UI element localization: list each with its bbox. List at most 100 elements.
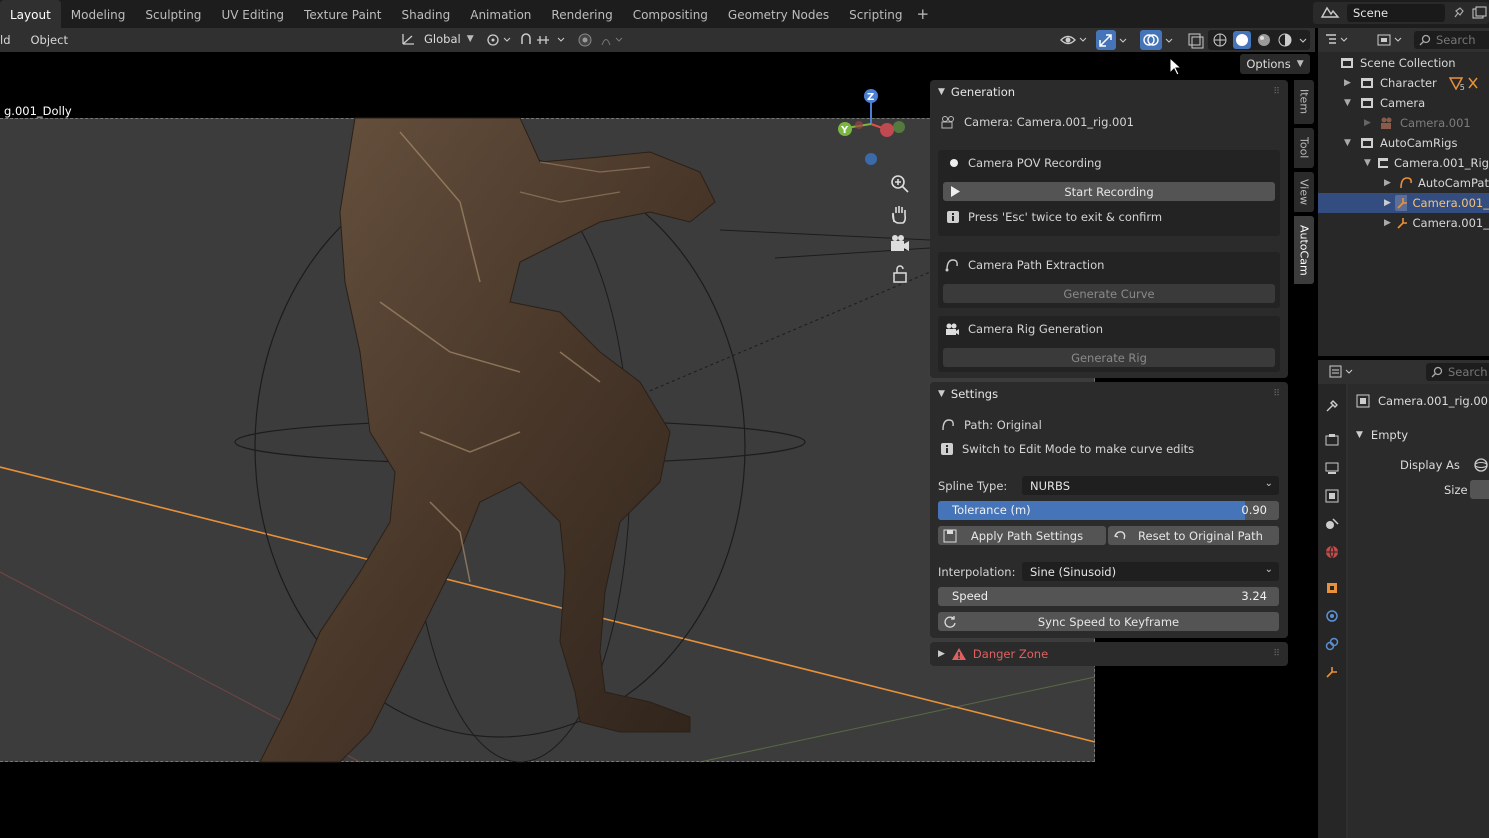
chevron-right-icon[interactable]: ▶ xyxy=(1384,178,1399,188)
tab-geometry-nodes[interactable]: Geometry Nodes xyxy=(718,0,839,28)
danger-zone-panel[interactable]: ▶ Danger Zone ⠿ xyxy=(930,642,1288,666)
tab-rendering[interactable]: Rendering xyxy=(541,0,622,28)
physics-tab-icon[interactable] xyxy=(1324,608,1340,624)
object-menu[interactable]: Object xyxy=(23,33,76,47)
proportional-edit-icon[interactable] xyxy=(576,32,626,48)
tab-layout[interactable]: Layout xyxy=(0,0,61,28)
render-tab-icon[interactable] xyxy=(1324,432,1340,448)
speed-field[interactable]: Speed 3.24 xyxy=(938,587,1279,606)
tab-shading[interactable]: Shading xyxy=(391,0,460,28)
outliner-editor-icon[interactable] xyxy=(1324,32,1350,48)
tab-tool[interactable]: Tool xyxy=(1294,128,1314,168)
output-tab-icon[interactable] xyxy=(1324,460,1340,476)
tab-item[interactable]: Item xyxy=(1294,80,1314,124)
menu-partial[interactable]: ld xyxy=(0,33,19,47)
apply-path-settings-button[interactable]: Apply Path Settings xyxy=(938,526,1106,545)
chevron-down-icon[interactable] xyxy=(1298,31,1310,49)
scene-selector[interactable]: Scene xyxy=(1313,2,1489,24)
outliner-row-scene-collection[interactable]: Scene Collection xyxy=(1318,53,1489,73)
size-field[interactable] xyxy=(1470,480,1489,499)
spline-type-select[interactable]: NURBS ⌄ xyxy=(1022,476,1279,495)
object-name[interactable]: Camera.001_rig.001 xyxy=(1378,394,1489,408)
interpolation-select[interactable]: Sine (Sinusoid) ⌄ xyxy=(1022,562,1279,581)
sync-speed-button[interactable]: Sync Speed to Keyframe xyxy=(938,612,1279,631)
tab-animation[interactable]: Animation xyxy=(460,0,541,28)
outliner-row-camera-001[interactable]: ▶ Camera.001 xyxy=(1318,113,1489,133)
settings-header[interactable]: ▼ Settings ⠿ xyxy=(930,382,1288,406)
sphere-display-icon[interactable] xyxy=(1472,457,1489,473)
chevron-down-icon[interactable]: ▼ xyxy=(1344,138,1360,148)
solid-shading-icon[interactable] xyxy=(1232,31,1251,49)
chevron-down-icon[interactable]: ▼ xyxy=(1364,158,1377,168)
outliner-search-input[interactable]: Search xyxy=(1414,31,1489,49)
tab-view[interactable]: View xyxy=(1294,172,1314,212)
pivot-icon[interactable] xyxy=(484,32,514,48)
chevron-right-icon[interactable]: ▶ xyxy=(1364,118,1380,128)
orientation-value: Global xyxy=(424,32,461,46)
transform-orientation[interactable]: Global ▼ xyxy=(400,31,474,47)
drag-handle-icon[interactable]: ⠿ xyxy=(1273,87,1280,97)
tab-compositing[interactable]: Compositing xyxy=(623,0,718,28)
xray-icon[interactable] xyxy=(1186,31,1206,49)
chevron-down-icon[interactable]: ▼ xyxy=(1344,98,1360,108)
empty-section-header[interactable]: ▼ Empty xyxy=(1356,428,1408,442)
generate-curve-button[interactable]: Generate Curve xyxy=(943,284,1275,303)
search-icon xyxy=(1419,34,1431,46)
world-tab-icon[interactable] xyxy=(1324,544,1340,560)
lock-icon[interactable] xyxy=(888,262,912,286)
properties-search-input[interactable]: Search xyxy=(1426,363,1489,381)
wireframe-shading-icon[interactable] xyxy=(1211,31,1229,49)
tolerance-slider[interactable]: Tolerance (m) 0.90 xyxy=(938,501,1279,520)
chevron-right-icon[interactable]: ▶ xyxy=(1344,78,1360,88)
object-tab-icon[interactable] xyxy=(1324,580,1340,596)
gizmo-toggle[interactable] xyxy=(1096,30,1116,50)
tab-scripting[interactable]: Scripting xyxy=(839,0,912,28)
outliner-search-placeholder: Search xyxy=(1436,33,1476,47)
rendered-shading-icon[interactable] xyxy=(1276,31,1294,49)
chevron-down-icon[interactable] xyxy=(1118,32,1130,48)
tab-modeling[interactable]: Modeling xyxy=(61,0,136,28)
generate-rig-button[interactable]: Generate Rig xyxy=(943,348,1275,367)
camera-view-icon[interactable] xyxy=(888,232,912,256)
chevron-right-icon[interactable]: ▶ xyxy=(1384,218,1396,228)
tool-tab-icon[interactable] xyxy=(1324,398,1340,414)
scene-name[interactable]: Scene xyxy=(1347,4,1445,22)
snap-icon[interactable] xyxy=(518,32,570,48)
tab-sculpting[interactable]: Sculpting xyxy=(135,0,211,28)
pin-icon[interactable] xyxy=(1451,6,1465,20)
pan-hand-icon[interactable] xyxy=(888,202,912,226)
gizmo-y-label[interactable]: Y xyxy=(840,125,849,136)
overlays-toggle[interactable] xyxy=(1140,30,1162,50)
data-tab-icon[interactable] xyxy=(1324,664,1340,680)
display-mode-icon[interactable] xyxy=(1376,32,1406,48)
zoom-icon[interactable] xyxy=(888,172,912,196)
new-scene-icon[interactable] xyxy=(1471,6,1487,20)
view-layer-tab-icon[interactable] xyxy=(1324,488,1340,504)
tab-autocam[interactable]: AutoCam xyxy=(1294,216,1314,284)
options-button[interactable]: Options ▼ xyxy=(1240,54,1310,74)
material-shading-icon[interactable] xyxy=(1255,31,1273,49)
outliner-row-autocamrigs[interactable]: ▼ AutoCamRigs xyxy=(1318,133,1489,153)
chevron-down-icon[interactable] xyxy=(1164,32,1176,48)
drag-handle-icon[interactable]: ⠿ xyxy=(1273,389,1280,399)
outliner-row-character[interactable]: ▶ Character 5 xyxy=(1318,73,1489,93)
outliner-row-autocampath[interactable]: ▶ AutoCamPat xyxy=(1318,173,1489,193)
add-workspace-button[interactable]: + xyxy=(917,5,930,23)
start-recording-button[interactable]: Start Recording xyxy=(943,182,1275,201)
outliner-row-camera[interactable]: ▼ Camera xyxy=(1318,93,1489,113)
generation-header[interactable]: ▼ Generation ⠿ xyxy=(930,80,1288,104)
outliner-row-camera-001-rig[interactable]: ▼ Camera.001_Rig xyxy=(1318,153,1489,173)
constraints-tab-icon[interactable] xyxy=(1324,636,1340,652)
reset-path-button[interactable]: Reset to Original Path xyxy=(1108,526,1279,545)
outliner-row-camera-001-b[interactable]: ▶ Camera.001_ xyxy=(1318,213,1489,233)
visibility-icon[interactable] xyxy=(1058,31,1090,49)
tab-texture-paint[interactable]: Texture Paint xyxy=(294,0,391,28)
scene-tab-icon[interactable] xyxy=(1324,516,1340,532)
outliner-row-camera-001-selected[interactable]: ▶ Camera.001_ xyxy=(1318,193,1489,213)
gizmo-z-label[interactable]: Z xyxy=(867,92,874,103)
properties-editor-icon[interactable] xyxy=(1328,364,1358,380)
danger-zone-header[interactable]: ▶ Danger Zone ⠿ xyxy=(930,642,1288,666)
chevron-right-icon[interactable]: ▶ xyxy=(1384,198,1395,208)
tab-uv-editing[interactable]: UV Editing xyxy=(211,0,294,28)
drag-handle-icon[interactable]: ⠿ xyxy=(1273,649,1280,659)
